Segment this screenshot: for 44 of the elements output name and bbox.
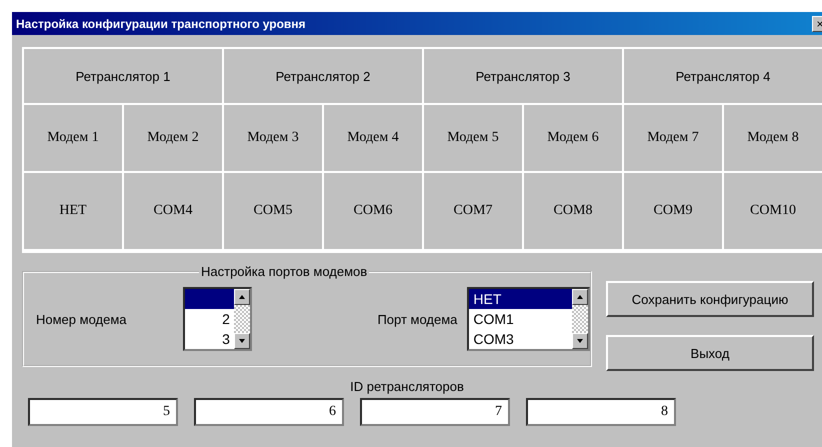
list-item[interactable]: COM1 (469, 309, 572, 329)
table-cell: COM8 (524, 173, 624, 251)
table-header: Модем 7 (624, 105, 724, 173)
action-button[interactable]: Выход (606, 335, 814, 371)
scrollbar[interactable] (234, 289, 250, 349)
list-item[interactable]: 2 (185, 309, 234, 329)
table-cell: COM6 (324, 173, 424, 251)
table-header: Ретранслятор 4 (624, 49, 822, 105)
table-cell: COM7 (424, 173, 524, 251)
table-header: Модем 2 (124, 105, 224, 173)
group-title: Настройка портов модемов (199, 264, 370, 279)
table-cell: НЕТ (24, 173, 124, 251)
scroll-up-icon[interactable] (238, 295, 245, 299)
list-item[interactable]: COM3 (469, 329, 572, 349)
table-cell: COM10 (724, 173, 822, 251)
table-header: Модем 1 (24, 105, 124, 173)
table-header: Модем 6 (524, 105, 624, 173)
input-field[interactable]: 7 (360, 398, 510, 426)
input-field[interactable]: 5 (28, 398, 178, 426)
scroll-down-icon[interactable] (238, 339, 245, 343)
table-header: Модем 5 (424, 105, 524, 173)
modem-label: Номер модема (36, 312, 128, 326)
table-header: Ретранслятор 1 (24, 49, 224, 105)
table-cell: COM5 (224, 173, 324, 251)
list-item[interactable]: НЕТ (469, 289, 572, 309)
action-button[interactable]: Сохранить конфигурацию (606, 281, 814, 317)
list-item[interactable]: 3 (185, 329, 234, 349)
relay-ids-label: ID ретрансляторов (349, 379, 465, 394)
scroll-up-icon[interactable] (577, 295, 583, 299)
input-field[interactable]: 8 (526, 398, 676, 426)
port-listbox[interactable]: НЕТ COM1 COM3 (467, 287, 590, 351)
table-header: Модем 8 (724, 105, 822, 173)
modem-listbox[interactable]: 2 3 (183, 287, 252, 351)
table-header: Модем 3 (224, 105, 324, 173)
input-field[interactable]: 6 (194, 398, 344, 426)
table-cell: COM9 (624, 173, 724, 251)
table-header: Модем 4 (324, 105, 424, 173)
scroll-down-icon[interactable] (577, 339, 583, 343)
table-header: Ретранслятор 3 (424, 49, 624, 105)
scrollbar[interactable] (572, 289, 588, 349)
table-cell: COM4 (124, 173, 224, 251)
port-label: Порт модема (376, 312, 458, 326)
table-header: Ретранслятор 2 (224, 49, 424, 105)
window-title: Настройка конфигурации транспортного уровня (16, 16, 306, 30)
